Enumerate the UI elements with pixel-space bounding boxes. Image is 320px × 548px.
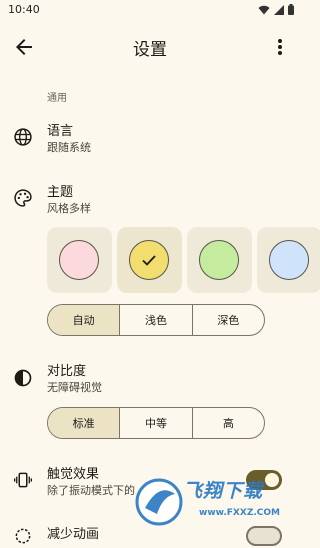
globe-icon <box>14 128 32 146</box>
battery-icon <box>288 4 294 15</box>
signal-icon <box>274 4 284 15</box>
contrast-icon <box>14 369 32 387</box>
theme-subtitle: 风格多样 <box>47 202 91 215</box>
palette-icon <box>14 189 32 207</box>
swatch-green-circle <box>199 240 239 280</box>
contrast-medium-button[interactable]: 中等 <box>119 408 191 438</box>
swatch-green[interactable] <box>187 227 252 293</box>
status-icons <box>258 4 294 15</box>
swatch-pink-circle <box>59 240 99 280</box>
motion-icon <box>15 528 31 544</box>
theme-swatches <box>47 227 320 293</box>
contrast-selector: 标准 中等 高 <box>47 407 265 439</box>
mode-dark-button[interactable]: 深色 <box>191 305 264 335</box>
watermark: 飞翔下载 www.FXXZ.COM <box>135 470 295 533</box>
language-title: 语言 <box>47 124 74 139</box>
watermark-url: www.FXXZ.COM <box>199 508 280 518</box>
contrast-standard-button[interactable]: 标准 <box>48 408 120 438</box>
language-setting[interactable]: 语言 跟随系统 <box>0 115 300 160</box>
check-icon <box>142 255 156 266</box>
contrast-high-button[interactable]: 高 <box>191 408 264 438</box>
theme-setting: 主题 风格多样 <box>0 176 300 221</box>
haptics-title: 触觉效果 <box>47 467 100 482</box>
section-label: 通用 <box>47 93 67 104</box>
theme-mode-selector: 自动 浅色 深色 <box>47 304 265 336</box>
status-bar: 10:40 <box>0 0 300 22</box>
theme-title: 主题 <box>47 185 74 200</box>
status-time: 10:40 <box>8 3 40 16</box>
more-options-icon[interactable] <box>270 35 290 59</box>
contrast-title: 对比度 <box>47 364 87 379</box>
swatch-yellow[interactable] <box>117 227 182 293</box>
vibration-icon <box>14 472 32 488</box>
language-subtitle: 跟随系统 <box>47 141 91 154</box>
mode-light-button[interactable]: 浅色 <box>119 305 191 335</box>
swatch-blue[interactable] <box>257 227 320 293</box>
swatch-yellow-circle <box>129 240 169 280</box>
app-bar: 设置 <box>0 22 300 72</box>
page-title: 设置 <box>133 40 167 60</box>
watermark-text: 飞翔下载 <box>183 480 264 502</box>
haptics-subtitle: 除了振动模式下的 <box>47 484 135 497</box>
swatch-blue-circle <box>269 240 309 280</box>
wifi-icon <box>258 5 270 14</box>
contrast-setting: 对比度 无障碍视觉 <box>0 355 300 400</box>
contrast-subtitle: 无障碍视觉 <box>47 381 102 394</box>
mode-auto-button[interactable]: 自动 <box>48 305 120 335</box>
watermark-logo <box>135 478 183 526</box>
swatch-pink[interactable] <box>47 227 112 293</box>
